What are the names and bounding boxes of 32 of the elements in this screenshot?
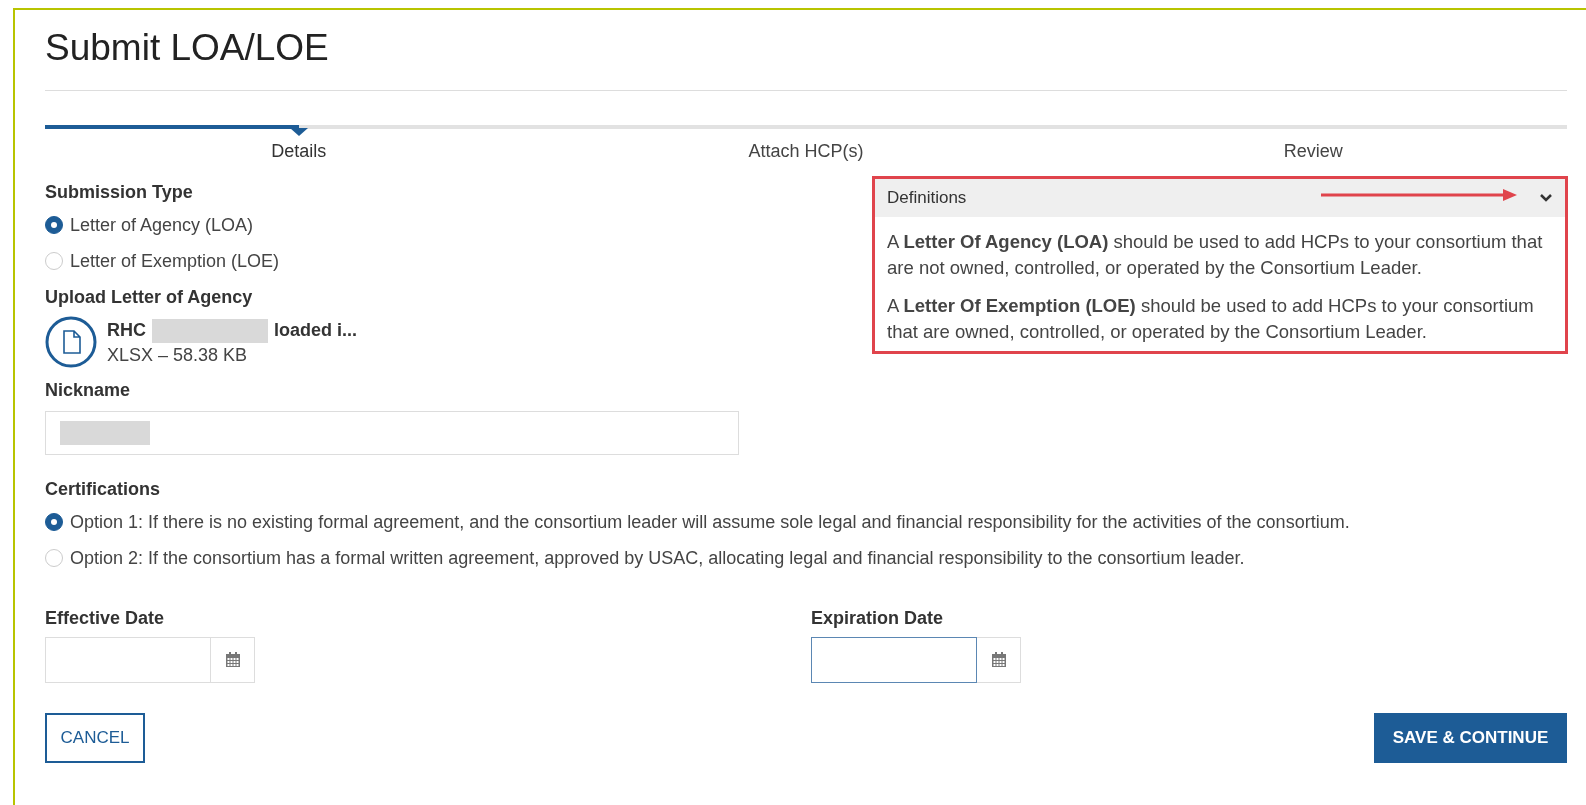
field-label: Submission Type <box>45 182 194 203</box>
radio-label: Option 2: If the consortium has a formal written agreement, approved by USAC, allocating legal and financial responsibility to the consortium leader. <box>70 547 1245 569</box>
field-label: Certifications <box>45 479 162 500</box>
radio-label: Option 1: If there is no existing formal agreement, and the consortium leader will assume sole legal and financial responsibility for the activities of the consortium. <box>70 511 1350 533</box>
file-name: loaded i... <box>274 320 357 341</box>
calendar-button[interactable] <box>977 637 1021 683</box>
cancel-button[interactable]: CANCEL <box>45 713 145 763</box>
document-icon <box>45 316 97 368</box>
radio-label: Letter of Agency (LOA) <box>70 214 254 236</box>
definition-text: A Letter Of Exemption (LOE) should be used to add HCPs to your consortium that are owned, controlled, or operated by the Consortium Leader. <box>887 294 1535 344</box>
field-label: Upload Letter of Agency <box>45 287 254 308</box>
calendar-icon <box>224 652 241 668</box>
chevron-icon[interactable] <box>1539 193 1553 203</box>
file-name: RHC <box>107 320 146 341</box>
radio-label: Letter of Exemption (LOE) <box>70 250 280 272</box>
nickname-field[interactable] <box>45 411 739 455</box>
radio-button[interactable] <box>45 216 63 234</box>
radio-button[interactable] <box>45 513 63 531</box>
calendar-icon <box>990 652 1007 668</box>
calendar-button[interactable] <box>211 637 255 683</box>
save-continue-button[interactable]: SAVE & CONTINUE <box>1374 713 1567 763</box>
step-label: Review <box>1282 141 1344 162</box>
field-label: Effective Date <box>45 608 166 629</box>
panel-title: Definitions <box>887 188 967 208</box>
page-title: Submit LOA/LOE <box>45 26 330 70</box>
field-label: Nickname <box>45 380 132 401</box>
step-label: Attach HCP(s) <box>747 141 865 162</box>
file-info: XLSX – 58.38 KB <box>107 344 249 366</box>
definition-text: A Letter Of Agency (LOA) should be used to add HCPs to your consortium that are not owned, controlled, or operated by the Consortium Leader. <box>887 230 1544 280</box>
step-label: Details <box>270 141 328 162</box>
field-label: Expiration Date <box>811 608 945 629</box>
date-field[interactable] <box>811 637 977 683</box>
